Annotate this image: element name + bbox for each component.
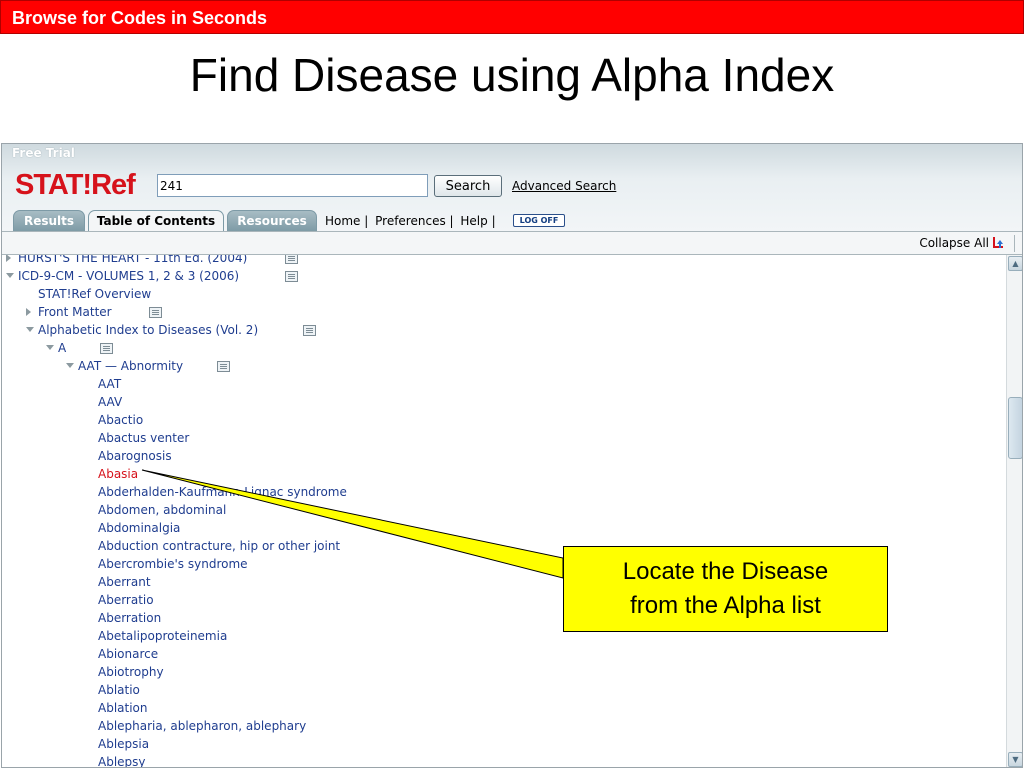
document-icon[interactable] (149, 307, 162, 318)
collapse-all-icon[interactable] (991, 235, 1007, 251)
banner-title: Browse for Codes in Seconds (12, 8, 268, 28)
tree-item-label[interactable]: Abdominalgia (98, 521, 180, 535)
tree-item-label[interactable]: AAV (98, 395, 122, 409)
document-icon[interactable] (285, 255, 298, 264)
slide: Browse for Codes in Seconds Find Disease… (0, 0, 1024, 768)
tree-item[interactable]: AAT (2, 375, 1002, 393)
collapse-all-label[interactable]: Collapse All (919, 236, 989, 250)
nav-preferences-link[interactable]: Preferences | (375, 214, 453, 228)
tree-item[interactable]: A (2, 339, 1002, 357)
vertical-scrollbar[interactable]: ▲ ▼ (1006, 255, 1022, 767)
tree-item-label[interactable]: Abderhalden-Kaufmann-Lignac syndrome (98, 485, 347, 499)
tab-table-of-contents[interactable]: Table of Contents (88, 210, 224, 232)
tree-item-label[interactable]: Abetalipoproteinemia (98, 629, 227, 643)
tree-item-label[interactable]: Abionarce (98, 647, 158, 661)
tree-item-label[interactable]: Aberration (98, 611, 161, 625)
tree-item-label[interactable]: Abasia (98, 467, 138, 481)
document-icon[interactable] (303, 325, 316, 336)
tree-item[interactable]: Front Matter (2, 303, 1002, 321)
document-icon[interactable] (285, 271, 298, 282)
table-of-contents-tree: HURST'S THE HEART - 11th Ed. (2004) ICD-9… (2, 255, 1006, 767)
tree-item-label[interactable]: Abiotrophy (98, 665, 164, 679)
tree-item[interactable]: STAT!Ref Overview (2, 285, 1002, 303)
document-icon[interactable] (217, 361, 230, 372)
tree-item[interactable]: Ablatio (2, 681, 1002, 699)
tree-item[interactable]: AAV (2, 393, 1002, 411)
statref-logo[interactable]: STAT!Ref (15, 169, 136, 202)
collapse-triangle-icon[interactable] (66, 363, 74, 368)
tree-item[interactable]: HURST'S THE HEART - 11th Ed. (2004) (2, 255, 1002, 267)
document-icon[interactable] (100, 343, 113, 354)
tree-item-label[interactable]: Ablepsy (98, 755, 146, 767)
tree-item-label[interactable]: Abduction contracture, hip or other join… (98, 539, 340, 553)
scroll-thumb[interactable] (1008, 397, 1022, 459)
search-input[interactable] (157, 174, 428, 197)
tree-item[interactable]: Abdomen, abdominal (2, 501, 1002, 519)
collapse-triangle-icon[interactable] (26, 327, 34, 332)
tree-item-label[interactable]: Abarognosis (98, 449, 172, 463)
advanced-search-link[interactable]: Advanced Search (512, 179, 616, 193)
app-header: Free Trial STAT!Ref Search Advanced Sear… (2, 144, 1022, 232)
toolbar-divider (1014, 235, 1015, 252)
tree-item-label[interactable]: Front Matter (38, 305, 112, 319)
tree-item[interactable]: AAT — Abnormity (2, 357, 1002, 375)
tree-item[interactable]: Ablation (2, 699, 1002, 717)
scroll-up-icon[interactable]: ▲ (1008, 256, 1022, 271)
toc-toolbar: Collapse All (2, 231, 1022, 255)
search-button[interactable]: Search (434, 175, 502, 197)
tree-item[interactable]: Abdominalgia (2, 519, 1002, 537)
tree-item-label[interactable]: Ablation (98, 701, 148, 715)
tree-item[interactable]: Abiotrophy (2, 663, 1002, 681)
tree-item-label[interactable]: A (58, 341, 66, 355)
callout-box: Locate the Disease from the Alpha list (563, 546, 888, 632)
tree-item-label[interactable]: Aberrant (98, 575, 151, 589)
tree-item-label[interactable]: AAT (98, 377, 121, 391)
tree-item[interactable]: Ablepsia (2, 735, 1002, 753)
statref-window: Free Trial STAT!Ref Search Advanced Sear… (1, 143, 1023, 768)
callout-line-2: from the Alpha list (630, 592, 821, 619)
callout-line-1: Locate the Disease (622, 558, 829, 585)
tree-item-label[interactable]: STAT!Ref Overview (38, 287, 151, 301)
nav-help-link[interactable]: Help | (460, 214, 495, 228)
tree-item-label[interactable]: Abdomen, abdominal (98, 503, 226, 517)
tree-item[interactable]: ICD-9-CM - VOLUMES 1, 2 & 3 (2006) (2, 267, 1002, 285)
expand-triangle-icon[interactable] (6, 255, 11, 262)
tree-item-label[interactable]: Aberratio (98, 593, 154, 607)
collapse-triangle-icon[interactable] (46, 345, 54, 350)
tree-item-label[interactable]: Abactus venter (98, 431, 189, 445)
log-off-button[interactable]: LOG OFF (513, 214, 565, 227)
tab-results[interactable]: Results (13, 210, 85, 231)
tree-item[interactable]: Alphabetic Index to Diseases (Vol. 2) (2, 321, 1002, 339)
tree-item-label[interactable]: AAT — Abnormity (78, 359, 183, 373)
free-trial-label: Free Trial (12, 146, 75, 160)
scroll-down-icon[interactable]: ▼ (1008, 752, 1022, 767)
slide-title: Find Disease using Alpha Index (189, 49, 835, 101)
tree-item[interactable]: Abarognosis (2, 447, 1002, 465)
tree-item-label[interactable]: Ablepharia, ablepharon, ablephary (98, 719, 306, 733)
tree-item[interactable]: Abderhalden-Kaufmann-Lignac syndrome (2, 483, 1002, 501)
tree-item-label[interactable]: Ablepsia (98, 737, 149, 751)
tree-item-label[interactable]: ICD-9-CM - VOLUMES 1, 2 & 3 (2006) (18, 269, 239, 283)
tree-item-label[interactable]: HURST'S THE HEART - 11th Ed. (2004) (18, 255, 247, 265)
collapse-triangle-icon[interactable] (6, 273, 14, 278)
nav-home-link[interactable]: Home | (325, 214, 368, 228)
tree-item-label[interactable]: Abercrombie's syndrome (98, 557, 248, 571)
slide-banner: Browse for Codes in Seconds (0, 0, 1024, 34)
tree-item[interactable]: Ablepharia, ablepharon, ablephary (2, 717, 1002, 735)
tree-item-label[interactable]: Abactio (98, 413, 143, 427)
tree-item-label[interactable]: Alphabetic Index to Diseases (Vol. 2) (38, 323, 258, 337)
tree-item[interactable]: Ablepsy (2, 753, 1002, 767)
nav-links: Home | Preferences | Help | (325, 214, 499, 228)
tree-item[interactable]: Abactio (2, 411, 1002, 429)
tree-item[interactable]: Abionarce (2, 645, 1002, 663)
tree-item-label[interactable]: Ablatio (98, 683, 140, 697)
tree-item[interactable]: Abactus venter (2, 429, 1002, 447)
expand-triangle-icon[interactable] (26, 308, 31, 316)
tab-resources[interactable]: Resources (227, 210, 317, 231)
tree-item[interactable]: Abasia (2, 465, 1002, 483)
